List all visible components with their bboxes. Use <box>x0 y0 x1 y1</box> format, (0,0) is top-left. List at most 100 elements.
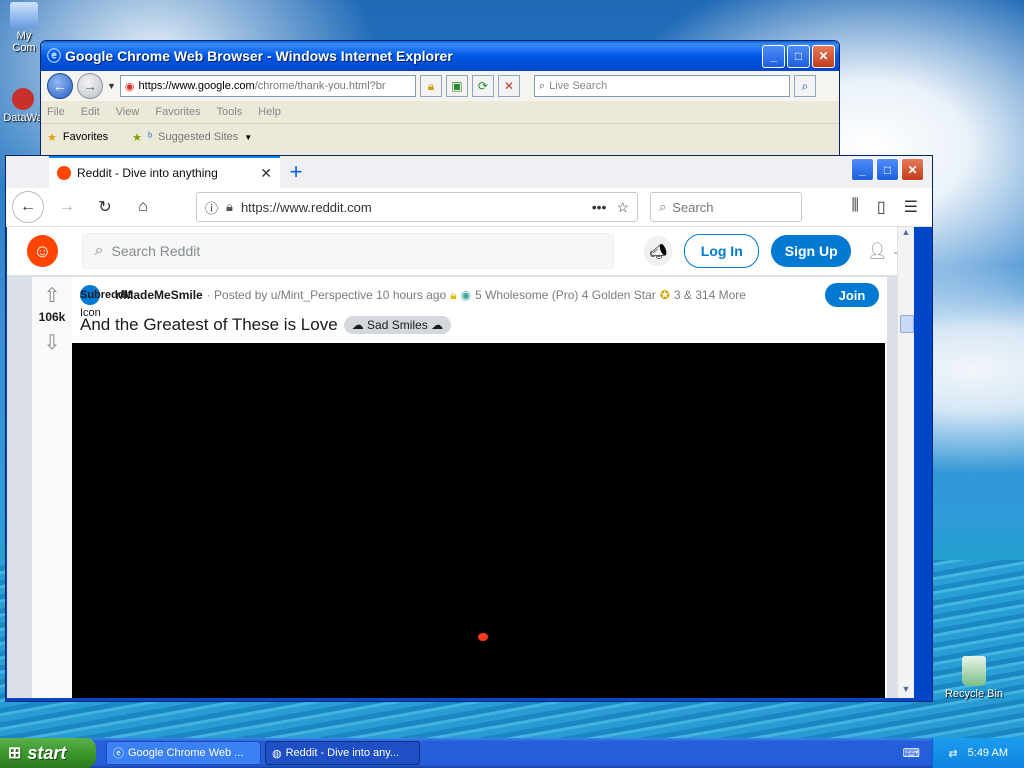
sidebar-icon[interactable]: ▯ <box>877 197 886 217</box>
join-button[interactable]: Join <box>825 283 879 307</box>
lock-icon[interactable]: 🔒︎ <box>419 75 442 97</box>
scroll-down-icon[interactable]: ▼ <box>898 684 914 698</box>
suggested-sites-link[interactable]: Suggested Sites <box>158 131 238 143</box>
posted-by-text[interactable]: · Posted by u/Mint_Perspective 10 hours … <box>207 288 446 302</box>
new-tab-button[interactable]: + <box>280 156 312 188</box>
post-flair[interactable]: ☁ Sad Smiles ☁ <box>343 316 452 334</box>
menu-favorites[interactable]: Favorites <box>155 106 200 118</box>
flair-label: Sad Smiles <box>367 318 428 332</box>
taskbar-item-ie[interactable]: ⓔ Google Chrome Web ... <box>106 741 261 765</box>
post-title-row: And the Greatest of These is Love ☁ Sad … <box>80 315 452 335</box>
hamburger-menu-icon[interactable]: ☰ <box>904 197 918 217</box>
bookmark-star-icon[interactable]: ☆ <box>616 199 629 216</box>
ff-home-button[interactable]: ⌂ <box>128 192 158 222</box>
ff-maximize-button[interactable]: □ <box>876 158 899 181</box>
firefox-logo-icon: ◍ <box>272 747 282 760</box>
post-title[interactable]: And the Greatest of These is Love <box>80 315 338 335</box>
ie-menu-bar: File Edit View Favorites Tools Help <box>41 101 839 123</box>
ie-back-button[interactable]: ← <box>47 73 73 99</box>
bing-icon: ᵇ <box>148 131 153 143</box>
ff-url-bar[interactable]: ⓘ 🔒︎ https://www.reddit.com ••• ☆ <box>196 192 638 222</box>
compatibility-view-icon[interactable]: ▣ <box>445 75 468 97</box>
firefox-window: Reddit - Dive into anything ✕ + _ □ ✕ ← … <box>5 155 933 702</box>
awards-more-text[interactable]: 3 & 314 More <box>674 288 746 302</box>
taskbar-item-firefox[interactable]: ◍ Reddit - Dive into any... <box>265 741 420 765</box>
cloud-icon: ☁ <box>431 318 444 332</box>
favorites-button[interactable]: Favorites <box>63 131 108 143</box>
menu-tools[interactable]: Tools <box>217 106 243 118</box>
login-button[interactable]: Log In <box>684 234 760 268</box>
desktop-icon-label: Recycle Bin <box>944 688 1004 700</box>
page-scrollbar[interactable]: ▲ ▼ <box>897 227 914 698</box>
downvote-icon[interactable]: ⇩ <box>32 330 72 355</box>
ie-minimize-button[interactable]: _ <box>762 44 785 68</box>
reddit-search-input[interactable]: ⌕ Search Reddit <box>81 233 614 269</box>
taskbar-item-label: Reddit - Dive into any... <box>285 747 400 759</box>
chevron-down-icon[interactable]: ▼ <box>107 81 116 91</box>
desktop-icon-recycle-bin[interactable]: Recycle Bin <box>944 656 1004 700</box>
lock-icon: 🔒︎ <box>450 287 457 302</box>
cloud-icon: ☁ <box>351 318 364 332</box>
info-icon[interactable]: ⓘ <box>205 198 218 217</box>
desktop-icon-datawave[interactable]: DataWa <box>2 88 44 124</box>
scroll-up-icon[interactable]: ▲ <box>898 227 914 241</box>
chevron-down-icon[interactable]: ▼ <box>244 133 252 142</box>
library-icon[interactable]: ⫼ <box>851 197 858 217</box>
ie-forward-button[interactable]: → <box>77 73 103 99</box>
windows-logo-icon: ⊞ <box>8 745 22 762</box>
ff-search-placeholder: Search <box>672 199 714 215</box>
lock-icon[interactable]: 🔒︎ <box>226 199 233 215</box>
ie-search-input[interactable]: ⌕ Live Search <box>533 75 790 97</box>
close-tab-icon[interactable]: ✕ <box>260 165 272 182</box>
start-label: start <box>27 742 67 763</box>
keyboard-icon[interactable]: ⌨ <box>903 746 920 760</box>
ff-forward-button[interactable]: → <box>52 192 82 222</box>
page-actions-icon[interactable]: ••• <box>592 199 607 216</box>
megaphone-icon[interactable]: 📣︎ <box>643 236 673 266</box>
system-tray: ⇄ 5:49 AM <box>932 738 1024 768</box>
ie-maximize-button[interactable]: □ <box>787 44 810 68</box>
post-card[interactable]: ⇧ 106k ⇩ Subreddit r/MadeMeSmile · Poste… <box>32 277 887 698</box>
stop-icon[interactable]: ✕ <box>497 75 520 97</box>
reddit-logo-icon[interactable]: ☺ <box>27 235 58 267</box>
ff-reload-button[interactable]: ↻ <box>90 192 120 222</box>
recycle-bin-icon <box>962 656 986 686</box>
upvote-icon[interactable]: ⇧ <box>32 283 72 308</box>
search-icon: ⌕ <box>659 199 667 214</box>
desktop-icon-label: My Com <box>12 30 36 54</box>
ff-search-input[interactable]: ⌕ Search <box>650 192 802 222</box>
signup-button[interactable]: Sign Up <box>771 235 852 267</box>
ie-url-rest: /chrome/thank-you.html?br <box>254 80 386 92</box>
reddit-header: ☺ ⌕ Search Reddit 📣︎ Log In Sign Up 👤︎ ⌄ <box>7 227 914 275</box>
ie-title-bar[interactable]: ⓔ Google Chrome Web Browser - Windows In… <box>41 41 839 71</box>
clock[interactable]: 5:49 AM <box>968 747 1008 759</box>
awards-text[interactable]: 5 Wholesome (Pro) 4 Golden Star <box>475 288 656 302</box>
subreddit-link[interactable]: r/MadeMeSmile <box>115 288 202 302</box>
ie-url-field[interactable]: ◉ https://www.google.com/chrome/thank-yo… <box>119 75 416 97</box>
desktop-icon-label: DataWa <box>3 112 43 124</box>
post-meta: Subreddit r/MadeMeSmile · Posted by u/Mi… <box>80 283 879 307</box>
menu-view[interactable]: View <box>116 106 140 118</box>
start-button[interactable]: ⊞ start <box>0 738 96 768</box>
add-favorites-icon[interactable]: ★ <box>132 131 142 144</box>
user-menu[interactable]: 👤︎ ⌄ <box>867 241 900 261</box>
desktop-icon-my-computer[interactable]: My Com <box>4 2 44 54</box>
shortcut-icon <box>12 88 34 110</box>
ff-minimize-button[interactable]: _ <box>851 158 874 181</box>
award-icon: ◉ <box>460 288 472 302</box>
refresh-icon[interactable]: ⟳ <box>471 75 494 97</box>
menu-edit[interactable]: Edit <box>81 106 100 118</box>
ff-url-text: https://www.reddit.com <box>240 199 372 215</box>
ie-close-button[interactable]: ✕ <box>812 44 835 68</box>
menu-file[interactable]: File <box>47 106 65 118</box>
network-icon[interactable]: ⇄ <box>948 747 957 760</box>
ff-back-button[interactable]: ← <box>12 191 44 223</box>
video-player[interactable] <box>72 343 885 698</box>
ff-close-button[interactable]: ✕ <box>901 158 924 181</box>
reddit-search-placeholder: Search Reddit <box>111 243 201 259</box>
ie-favorites-bar: ★ Favorites ★ ᵇ Suggested Sites ▼ <box>41 123 839 150</box>
scrollbar-thumb[interactable] <box>900 315 914 333</box>
ie-search-button[interactable]: ⌕ <box>793 75 816 97</box>
tab-reddit[interactable]: Reddit - Dive into anything ✕ <box>49 156 280 188</box>
menu-help[interactable]: Help <box>258 106 281 118</box>
